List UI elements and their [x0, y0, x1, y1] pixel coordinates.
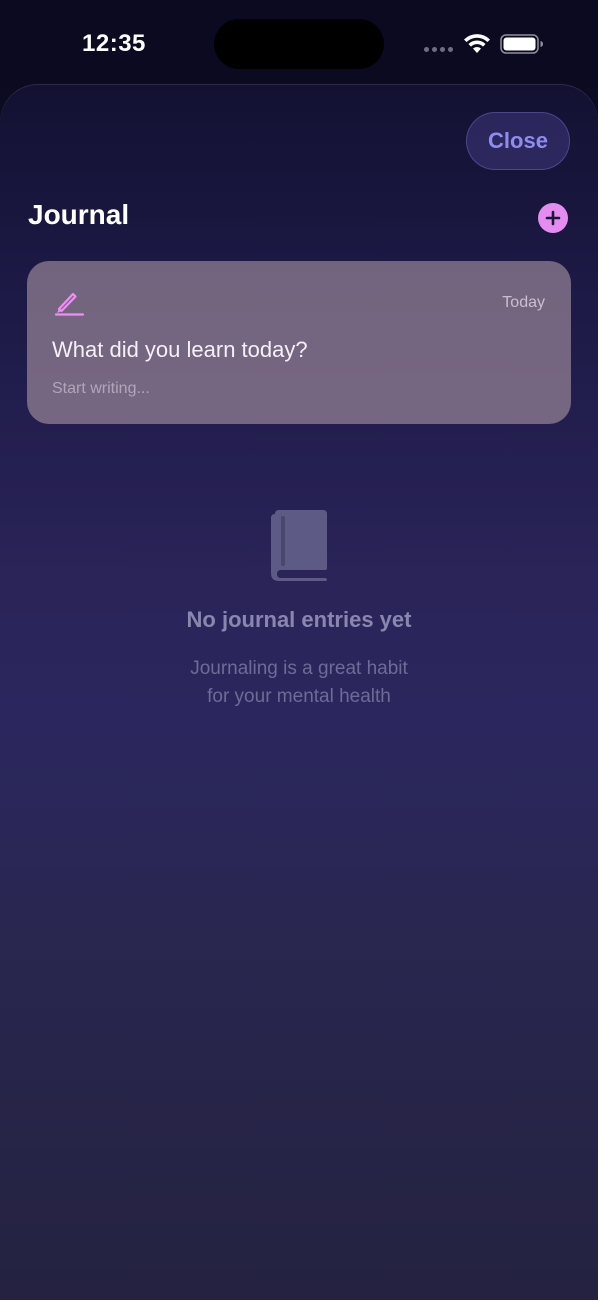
empty-state-subtitle-line1: Journaling is a great habit [190, 658, 408, 679]
status-bar: 12:35 [0, 0, 598, 88]
pencil-icon [54, 292, 85, 316]
battery-icon [500, 34, 543, 54]
empty-state-subtitle-line2: for your mental health [207, 686, 391, 707]
journal-prompt: What did you learn today? [52, 337, 308, 362]
status-time: 12:35 [82, 30, 146, 57]
wifi-icon [464, 34, 490, 53]
start-writing-placeholder[interactable]: Start writing... [52, 380, 150, 398]
empty-state-title: No journal entries yet [186, 607, 412, 632]
journal-prompt-card[interactable]: Today What did you learn today? Start wr… [27, 261, 571, 424]
close-button[interactable]: Close [466, 112, 570, 170]
add-entry-button[interactable] [538, 203, 568, 233]
page-title: Journal [28, 199, 130, 230]
card-date: Today [502, 294, 545, 311]
dynamic-island [214, 19, 384, 69]
plus-icon [545, 210, 561, 226]
cellular-signal-icon [424, 47, 456, 53]
book-icon [271, 510, 327, 581]
journal-screen: 12:35 Close Journal Today What did you l… [0, 0, 598, 1300]
empty-state-subtitle: Journaling is a great habit for your men… [0, 655, 598, 711]
